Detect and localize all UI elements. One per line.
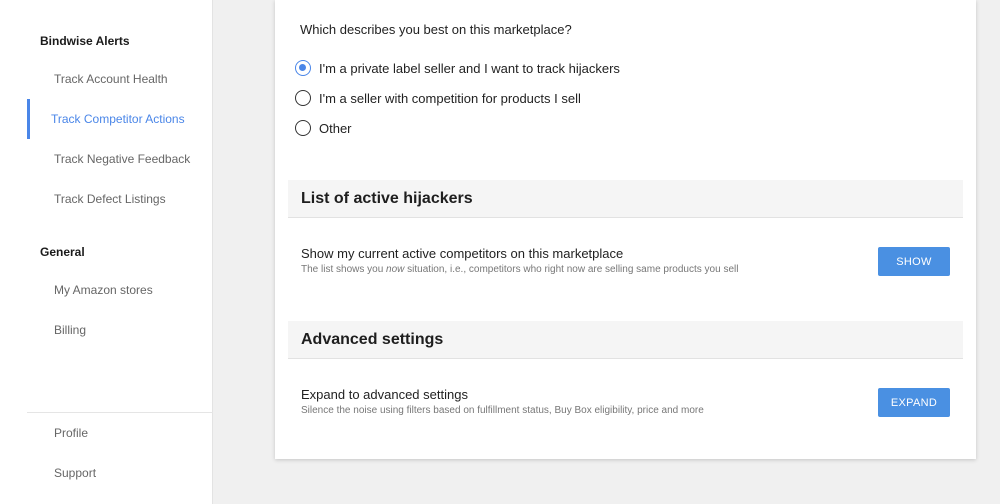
sidebar-item-billing[interactable]: Billing	[27, 310, 213, 350]
sidebar-item-profile[interactable]: Profile	[27, 413, 213, 453]
expand-advanced-title: Expand to advanced settings	[301, 387, 468, 402]
sidebar-item-my-amazon-stores[interactable]: My Amazon stores	[27, 270, 213, 310]
sidebar-item-label: Support	[54, 466, 97, 480]
radio-label: I'm a private label seller and I want to…	[319, 60, 620, 76]
show-button[interactable]: SHOW	[878, 247, 950, 276]
section-header-advanced-settings: Advanced settings	[288, 321, 963, 359]
radio-label: I'm a seller with competition for produc…	[319, 90, 581, 106]
sidebar-item-label: Billing	[54, 323, 87, 337]
sidebar-item-track-account-health[interactable]: Track Account Health	[27, 59, 213, 99]
show-competitors-title: Show my current active competitors on th…	[301, 246, 624, 261]
sidebar-item-label: Track Competitor Actions	[51, 112, 185, 126]
expand-advanced-description: Silence the noise using filters based on…	[301, 405, 704, 416]
sidebar-item-label: My Amazon stores	[54, 283, 153, 297]
sidebar-section-title-bindwise-alerts: Bindwise Alerts	[40, 34, 130, 48]
seller-type-question: Which describes you best on this marketp…	[300, 22, 572, 37]
sidebar-item-label: Profile	[54, 426, 89, 440]
sidebar-item-track-negative-feedback[interactable]: Track Negative Feedback	[27, 139, 213, 179]
section-header-active-hijackers: List of active hijackers	[288, 180, 963, 218]
sidebar-item-label: Track Defect Listings	[54, 192, 166, 206]
radio-label: Other	[319, 120, 352, 136]
radio-option-other[interactable]: Other	[295, 120, 352, 136]
sidebar-item-label: Track Account Health	[54, 72, 168, 86]
radio-button-checked[interactable]	[295, 60, 311, 76]
sidebar-item-track-competitor-actions[interactable]: Track Competitor Actions	[27, 99, 213, 139]
radio-button[interactable]	[295, 120, 311, 136]
settings-card: Which describes you best on this marketp…	[275, 0, 976, 459]
radio-option-private-label[interactable]: I'm a private label seller and I want to…	[295, 60, 620, 76]
sidebar-item-track-defect-listings[interactable]: Track Defect Listings	[27, 179, 213, 219]
radio-button[interactable]	[295, 90, 311, 106]
sidebar-section-title-general: General	[40, 245, 85, 259]
sidebar: Bindwise Alerts Track Account Health Tra…	[0, 0, 213, 504]
sidebar-item-label: Track Negative Feedback	[54, 152, 191, 166]
show-competitors-description: The list shows you now situation, i.e., …	[301, 264, 739, 275]
radio-option-competition-seller[interactable]: I'm a seller with competition for produc…	[295, 90, 581, 106]
sidebar-item-support[interactable]: Support	[27, 453, 213, 493]
expand-button[interactable]: EXPAND	[878, 388, 950, 417]
